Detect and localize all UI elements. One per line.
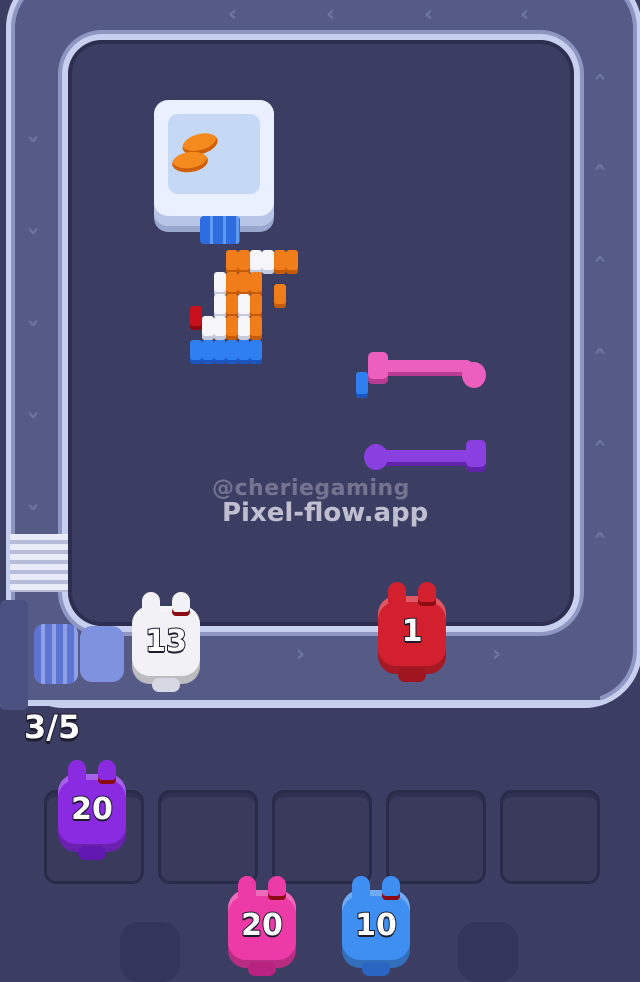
track-chevron-icon: › xyxy=(20,410,46,420)
launcher-housing xyxy=(0,600,28,710)
track-chevron-icon: › xyxy=(20,318,46,328)
track-chevron-icon: ‹ xyxy=(326,2,336,27)
bunny-shooter-purple[interactable]: 20 xyxy=(58,760,126,860)
track-chevron-icon: › xyxy=(587,530,613,540)
bunny-count: 20 xyxy=(70,791,114,828)
bunny-shooter-pink[interactable]: 20 xyxy=(228,876,296,976)
holding-slot[interactable] xyxy=(500,790,600,884)
track-chevron-icon: › xyxy=(587,162,613,172)
bunny-count: 20 xyxy=(240,907,284,944)
conveyor-roller xyxy=(34,624,78,684)
dispenser-nozzle xyxy=(200,216,240,244)
track-chevron-icon: › xyxy=(587,72,613,82)
jelly-dispenser[interactable] xyxy=(154,100,274,226)
watermark-site: Pixel-flow.app xyxy=(222,498,429,528)
conveyor-capacity-counter: 3/5 xyxy=(23,707,81,747)
dispenser-bowl xyxy=(168,114,260,194)
holding-slot[interactable] xyxy=(158,790,258,884)
track-chevron-icon: › xyxy=(296,642,306,667)
track-chevron-icon: › xyxy=(20,502,46,512)
track-chevron-icon: › xyxy=(587,346,613,356)
track-chevron-icon: › xyxy=(587,254,613,264)
bunny-count: 1 xyxy=(401,613,424,650)
holding-slot[interactable] xyxy=(386,790,486,884)
conveyor-roller-cap xyxy=(80,626,124,682)
holding-slot[interactable] xyxy=(272,790,372,884)
track-chevron-icon: ‹ xyxy=(228,2,238,27)
track-chevron-icon: › xyxy=(20,134,46,144)
track-chevron-icon: › xyxy=(587,438,613,448)
queue-shadow xyxy=(120,922,180,982)
bunny-shooter-red[interactable]: 1 xyxy=(378,582,446,682)
track-chevron-icon: ‹ xyxy=(520,2,530,27)
bunny-count: 13 xyxy=(144,623,188,660)
bunny-shooter-white[interactable]: 13 xyxy=(132,592,200,692)
bunny-shooter-blue[interactable]: 10 xyxy=(342,876,410,976)
play-board xyxy=(68,40,574,626)
queue-shadow xyxy=(458,922,518,982)
bunny-count: 10 xyxy=(354,907,398,944)
track-chevron-icon: › xyxy=(20,226,46,236)
orange-jelly-icon xyxy=(170,149,210,175)
track-chevron-icon: › xyxy=(492,642,502,667)
track-chevron-icon: ‹ xyxy=(424,2,434,27)
conveyor-stairs xyxy=(10,534,68,592)
